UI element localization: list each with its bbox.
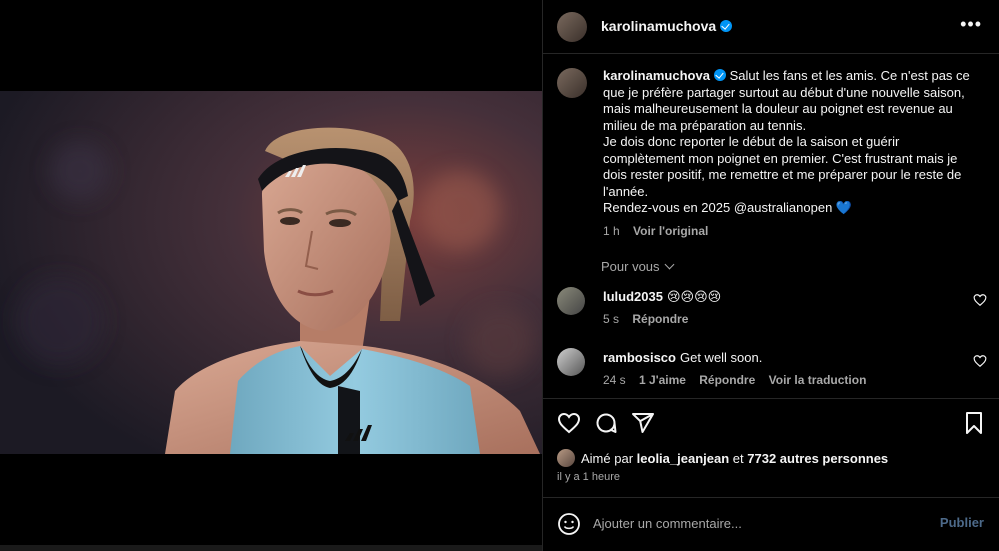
caption-meta: 1 h Voir l'original (603, 223, 983, 240)
post-header: karolinamuchova ••• (543, 0, 999, 54)
post-media-area (0, 0, 542, 551)
comment-time[interactable]: 5 s (603, 312, 619, 326)
comment-meta: 5 s Répondre (603, 312, 698, 326)
caption-line-3[interactable]: Rendez-vous en 2025 @australianopen 💙 (603, 200, 852, 215)
chevron-down-icon (664, 259, 674, 270)
comment-icon[interactable] (594, 411, 618, 435)
likes-summary[interactable]: Aimé par leolia_jeanjean et 7732 autres … (557, 449, 888, 467)
caption-body: karolinamuchova Salut les fans et les am… (603, 68, 983, 239)
more-options-button[interactable]: ••• (960, 14, 982, 35)
likes-others[interactable]: 7732 autres personnes (747, 451, 888, 466)
post-actions-bar (543, 398, 999, 446)
for-you-label: Pour vous (601, 259, 660, 274)
liker-avatar (557, 449, 575, 467)
caption-username[interactable]: karolinamuchova (603, 68, 710, 83)
post-timestamp: il y a 1 heure (557, 471, 620, 483)
see-original-link[interactable]: Voir l'original (633, 224, 708, 238)
likes-prefix: Aimé par (581, 451, 634, 466)
author-avatar[interactable] (557, 12, 587, 42)
comment-username[interactable]: rambosisco (603, 350, 676, 365)
comment-meta: 24 s 1 J'aime Répondre Voir la traductio… (603, 373, 876, 387)
comment-text: rambosisco Get well soon. (603, 350, 762, 365)
send-icon[interactable] (631, 411, 655, 435)
post-details-panel: karolinamuchova ••• karolinamuchova Salu… (542, 0, 999, 551)
comment-like-heart-icon[interactable] (973, 354, 987, 368)
heart-icon[interactable] (557, 411, 581, 435)
tennis-player-photo (0, 91, 542, 454)
commenter-avatar[interactable] (557, 348, 585, 376)
comment-like-heart-icon[interactable] (973, 293, 987, 307)
reply-button[interactable]: Répondre (632, 312, 688, 326)
see-translation-link[interactable]: Voir la traduction (769, 373, 867, 387)
caption-author-avatar[interactable] (557, 68, 587, 98)
comment-text: lulud2035 😢😢😢😢 (603, 289, 721, 305)
for-you-toggle[interactable]: Pour vous (601, 259, 674, 274)
publish-button[interactable]: Publier (940, 515, 984, 530)
comment-likes[interactable]: 1 J'aime (639, 373, 686, 387)
comment-username[interactable]: lulud2035 (603, 289, 663, 304)
likes-middle: et (732, 451, 744, 466)
caption-time[interactable]: 1 h (603, 224, 620, 238)
comment-body: Get well soon. (679, 350, 763, 365)
commenter-avatar[interactable] (557, 287, 585, 315)
post-photo[interactable] (0, 91, 542, 454)
caption-line-2: Je dois donc reporter le début de la sai… (603, 134, 962, 199)
comment-time[interactable]: 24 s (603, 373, 626, 387)
smiley-icon[interactable] (557, 512, 581, 536)
verified-badge-icon (720, 20, 733, 32)
reply-button[interactable]: Répondre (699, 373, 755, 387)
comment-input[interactable] (593, 512, 913, 534)
verified-badge-icon (713, 69, 726, 81)
comment-composer: Publier (543, 497, 999, 551)
bookmark-icon[interactable] (962, 411, 986, 435)
comment-body: 😢😢😢😢 (666, 289, 722, 304)
liker-username[interactable]: leolia_jeanjean (637, 451, 730, 466)
author-username-text[interactable]: karolinamuchova (601, 18, 716, 34)
author-username[interactable]: karolinamuchova (601, 18, 733, 34)
